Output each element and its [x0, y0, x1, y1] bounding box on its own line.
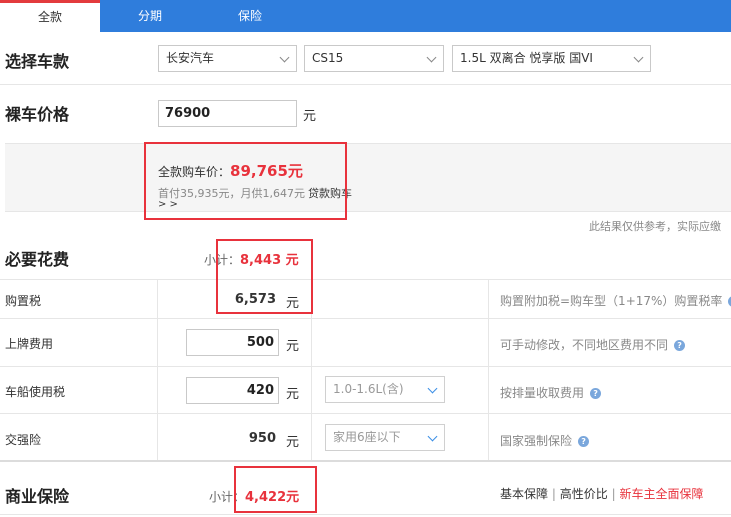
tab-full-payment[interactable]: 全款 — [0, 0, 100, 32]
divider — [0, 366, 731, 367]
plan-value-link[interactable]: 高性价比 — [560, 487, 608, 501]
bare-price-title: 裸车价格 — [5, 105, 70, 124]
registration-fee-input[interactable]: 500 — [186, 329, 279, 356]
select-car-title: 选择车款 — [5, 52, 70, 71]
highlight-box-full-price — [144, 142, 347, 220]
help-icon[interactable]: ? — [674, 340, 686, 351]
vehicle-tax-input[interactable]: 420 — [186, 377, 279, 404]
seat-type-select-value: 家用6座以下 — [333, 430, 401, 444]
commercial-insurance-title: 商业保险 — [5, 487, 70, 506]
divider — [0, 460, 731, 462]
divider — [0, 84, 731, 85]
insurance-plan-links: 基本保障 | 高性价比 | 新车主全面保障 — [500, 485, 703, 502]
link-divider: | — [611, 487, 616, 501]
divider — [0, 279, 731, 280]
tab-insurance[interactable]: 保险 — [200, 0, 300, 32]
registration-fee-unit: 元 — [286, 339, 300, 354]
purchase-tax-label: 购置税 — [5, 294, 42, 308]
compulsory-insurance-value: 950 — [248, 431, 276, 446]
displacement-select-value: 1.0-1.6L(含) — [333, 382, 404, 396]
compulsory-insurance-unit: 元 — [286, 435, 300, 450]
plan-basic-link[interactable]: 基本保障 — [500, 487, 548, 501]
registration-fee-note-text: 可手动修改，不同地区费用不同 — [500, 338, 669, 352]
chevron-down-icon — [427, 431, 438, 442]
chevron-down-icon — [279, 52, 290, 63]
tab-installment[interactable]: 分期 — [100, 0, 200, 32]
displacement-select[interactable]: 1.0-1.6L(含) — [325, 376, 445, 403]
bare-price-unit: 元 — [303, 109, 317, 124]
purchase-tax-note-text: 购置附加税=购车型（1+17%）购置税率 — [500, 294, 723, 308]
highlight-box-required — [216, 239, 313, 314]
compulsory-insurance-note: 国家强制保险? — [500, 432, 590, 449]
highlight-box-commercial — [234, 466, 317, 513]
summary-panel — [5, 143, 731, 212]
table-divider — [157, 279, 158, 461]
compulsory-insurance-note-text: 国家强制保险 — [500, 434, 573, 448]
divider — [0, 514, 731, 515]
vehicle-tax-unit: 元 — [286, 387, 300, 402]
purchase-tax-note: 购置附加税=购车型（1+17%）购置税率? — [500, 292, 731, 309]
registration-fee-label: 上牌费用 — [5, 337, 54, 351]
variant-select-value: 1.5L 双离合 悦享版 国VI — [460, 51, 593, 65]
bare-price-input[interactable]: 76900 — [158, 100, 297, 127]
divider — [0, 413, 731, 414]
help-icon[interactable]: ? — [578, 436, 590, 447]
chevron-down-icon — [633, 52, 644, 63]
link-divider: | — [551, 487, 556, 501]
plan-full-coverage-link[interactable]: 新车主全面保障 — [619, 487, 703, 501]
tab-bar: 全款 分期 保险 — [0, 0, 731, 32]
variant-select[interactable]: 1.5L 双离合 悦享版 国VI — [452, 45, 651, 72]
seat-type-select[interactable]: 家用6座以下 — [325, 424, 445, 451]
brand-select[interactable]: 长安汽车 — [158, 45, 297, 72]
divider — [0, 318, 731, 319]
chevron-down-icon — [426, 52, 437, 63]
model-select[interactable]: CS15 — [304, 45, 444, 72]
disclaimer: 此结果仅供参考，实际应缴 — [589, 220, 721, 233]
brand-select-value: 长安汽车 — [166, 51, 215, 65]
registration-fee-note: 可手动修改，不同地区费用不同? — [500, 336, 686, 353]
help-icon[interactable]: ? — [590, 388, 602, 399]
vehicle-tax-label: 车船使用税 — [5, 385, 66, 399]
table-divider — [488, 279, 489, 461]
model-select-value: CS15 — [312, 51, 344, 65]
compulsory-insurance-label: 交强险 — [5, 433, 42, 447]
required-fees-title: 必要花费 — [5, 250, 70, 269]
chevron-down-icon — [427, 383, 438, 394]
vehicle-tax-note-text: 按排量收取费用 — [500, 386, 585, 400]
vehicle-tax-note: 按排量收取费用? — [500, 384, 602, 401]
